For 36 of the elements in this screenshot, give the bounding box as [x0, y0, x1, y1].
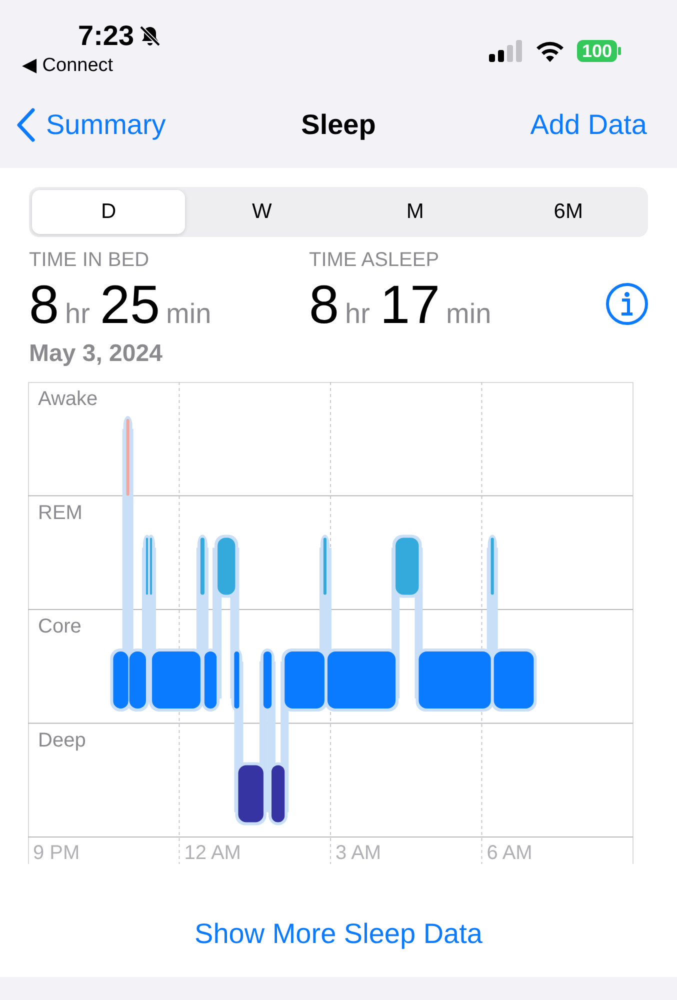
stat-number: 8 [29, 276, 60, 334]
time-axis-label: 6 AM [486, 842, 532, 864]
time-axis-label: 12 AM [184, 842, 241, 864]
back-to-app-link[interactable]: ◀ Connect [22, 53, 162, 77]
stat-unit: min [166, 298, 212, 330]
bell-slash-icon [138, 24, 162, 48]
time-axis-label: 3 AM [336, 842, 382, 864]
stage-label: REM [38, 502, 82, 524]
period-tab[interactable]: D [32, 190, 186, 234]
chevron-left-icon [16, 108, 36, 142]
stat-unit: hr [65, 298, 90, 330]
stat-label: TIME IN BED [29, 249, 150, 272]
info-icon[interactable] [605, 282, 649, 326]
add-data-button[interactable]: Add Data [530, 109, 647, 141]
stat-label: TIME ASLEEP [309, 249, 440, 272]
battery-tip-icon [618, 47, 621, 55]
signal-icon [488, 40, 523, 62]
stat-unit: min [446, 298, 492, 330]
period-tab[interactable]: 6M [492, 190, 645, 234]
back-button[interactable]: Summary [16, 108, 166, 142]
time-axis-label: 9 PM [33, 842, 80, 864]
battery-level: 100 [576, 40, 617, 62]
stage-label: Core [38, 616, 82, 638]
screen-title: Sleep [301, 109, 376, 140]
stat-number: 25 [100, 276, 160, 334]
stat-number: 17 [380, 276, 440, 334]
period-tab[interactable]: M [338, 190, 492, 234]
show-more-link[interactable]: Show More Sleep Data [188, 917, 488, 951]
stage-label: Awake [38, 388, 98, 410]
period-tab[interactable]: W [185, 190, 338, 234]
stage-label: Deep [38, 729, 86, 752]
stat-unit: hr [345, 298, 370, 330]
wifi-icon [534, 40, 565, 62]
date-label: May 3, 2024 [28, 339, 164, 368]
stat-number: 8 [309, 276, 340, 334]
status-time: 7:23 [78, 20, 134, 52]
